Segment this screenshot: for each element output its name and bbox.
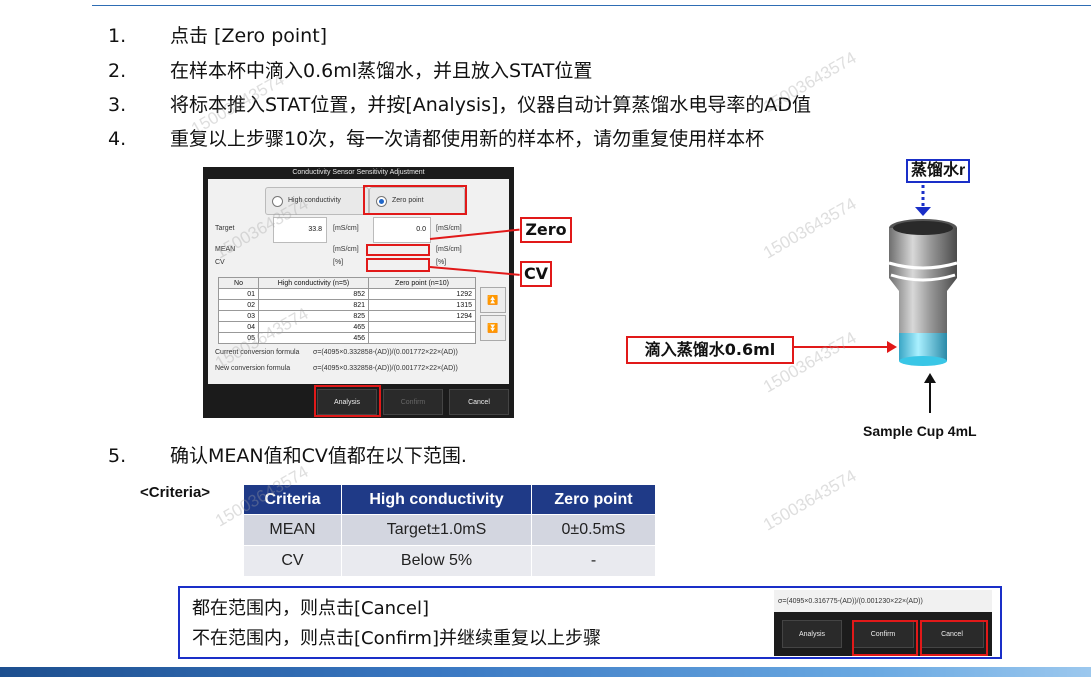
table-row: 04 465 [218,321,476,333]
col-no: No [218,277,259,289]
drop-arrowhead-icon [887,341,897,353]
analysis-highlight [314,385,381,417]
sample-cup-icon [888,185,958,413]
new-formula: σ=(4095×0.332858-(AD))/(0.001772×22×(AD)… [313,365,458,372]
cancel-button[interactable]: Cancel [449,389,509,415]
radio-label-high: High conductivity [288,197,341,204]
scroll-up-icon[interactable]: ⏫ [480,287,506,313]
radio-circle-high [272,196,283,207]
criteria-header-row: Criteria High conductivity Zero point [243,484,656,515]
bottom-bar [0,667,1091,677]
mean-highlight [366,244,430,256]
table-row: 02 821 1315 [218,299,476,311]
table-header-row: No High conductivity (n=5) Zero point (n… [218,277,476,289]
table-row: CV Below 5% - [243,545,656,577]
cv-unit: [%] [333,259,344,266]
target-zero-unit: [mS/cm] [436,225,462,232]
drop-water-arrow [794,346,892,348]
radio-high-conductivity[interactable]: High conductivity [265,187,369,215]
target-high-field: 33.8 [273,217,327,243]
target-label: Target [215,225,235,232]
mean-unit: [mS/cm] [333,246,359,253]
cv-label: CV [215,259,225,266]
current-formula: σ=(4095×0.332858-(AD))/(0.001772×22×(AD)… [313,349,458,356]
cancel-highlight [920,620,988,656]
mean-label: MEAN [215,246,236,253]
criteria-table: Criteria High conductivity Zero point ME… [243,484,656,577]
table-row: 05 456 [218,332,476,344]
note-line-2: 不在范围内，则点击[Confirm]并继续重复以上步骤 [192,628,601,649]
col-zero: Zero point (n=10) [368,277,476,289]
step-3: 3. 将标本推入STAT位置，并按[Analysis]，仪器自动计算蒸馏水电导率的… [108,94,812,116]
scroll-down-icon[interactable]: ⏬ [480,315,506,341]
top-rule [92,5,1091,6]
distilled-water-label: 蒸馏水r [906,159,971,183]
mini-formula: σ=(4095×0.316775-(AD))/(0.001230×22×(AD)… [778,598,923,605]
table-row: 01 852 1292 [218,288,476,300]
cv-highlight [366,258,430,272]
step-1: 1. 点击 [Zero point] [108,25,328,47]
drop-water-callout: 滴入蒸馏水0.6ml [626,336,794,364]
table-row: MEAN Target±1.0mS 0±0.5mS [243,514,656,546]
step-4: 4. 重复以上步骤10次，每一次请都使用新的样本杯，请勿重复使用样本杯 [108,128,765,150]
sensitivity-dialog: Conductivity Sensor Sensitivity Adjustme… [203,167,514,418]
watermark: 15003643574 [760,193,860,263]
mean-unit-zero: [mS/cm] [436,246,462,253]
dialog-title: Conductivity Sensor Sensitivity Adjustme… [292,169,425,176]
cv-unit-zero: [%] [436,259,447,266]
mini-analysis-button[interactable]: Analysis [782,620,842,648]
zero-point-highlight [363,185,467,215]
target-high-unit: [mS/cm] [333,225,359,232]
sample-cup-label: Sample Cup 4mL [863,423,977,439]
confirm-button[interactable]: Confirm [383,389,443,415]
confirm-highlight [852,620,918,656]
zero-callout: Zero [520,217,572,243]
target-zero-field: 0.0 [373,217,431,243]
current-formula-label: Current conversion formula [215,349,300,356]
results-table: No High conductivity (n=5) Zero point (n… [218,277,476,344]
step-2: 2. 在样本杯中滴入0.6ml蒸馏水，并且放入STAT位置 [108,60,593,82]
note-line-1: 都在范围内，则点击[Cancel] [192,598,430,619]
new-formula-label: New conversion formula [215,365,291,372]
cv-callout: CV [520,261,552,287]
watermark: 15003643574 [760,465,860,535]
table-row: 03 825 1294 [218,310,476,322]
col-high: High conductivity (n=5) [258,277,369,289]
criteria-tag: <Criteria> [140,484,211,501]
step-5: 5. 确认MEAN值和CV值都在以下范围. [108,445,467,467]
